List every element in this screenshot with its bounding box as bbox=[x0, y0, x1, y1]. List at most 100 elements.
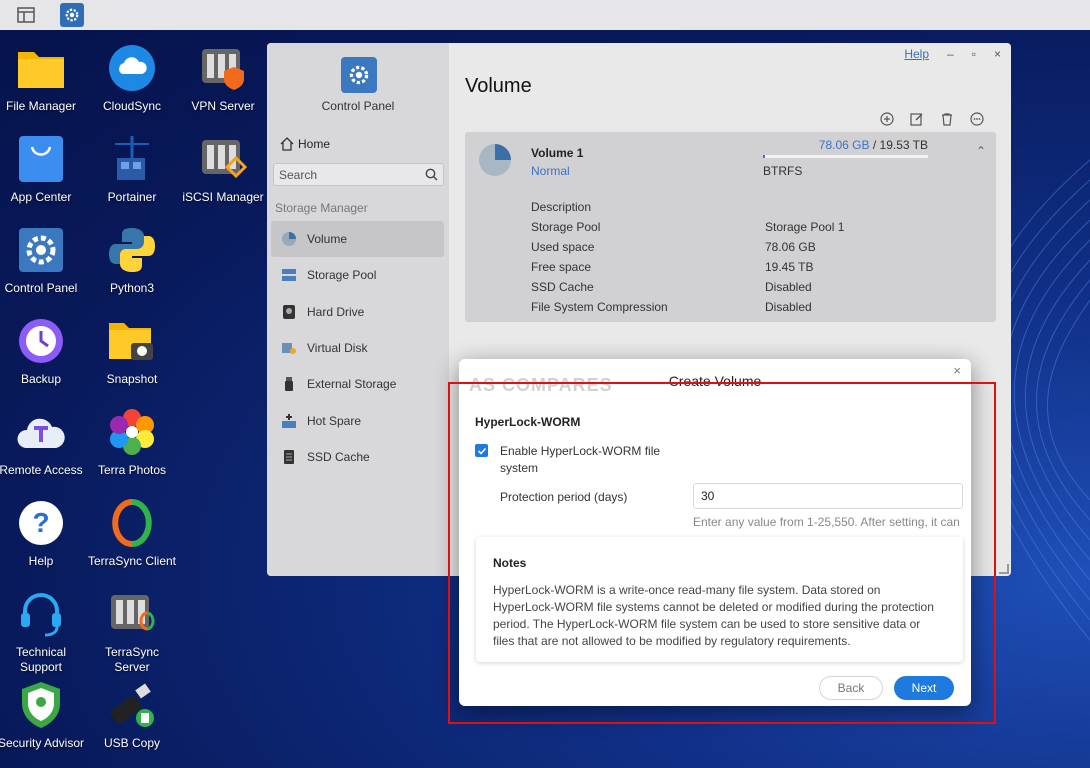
search-input[interactable]: Search bbox=[273, 163, 444, 186]
nav-item-label: Storage Pool bbox=[307, 268, 377, 282]
volume-usage-bar bbox=[763, 155, 928, 158]
enable-worm-label[interactable]: Enable HyperLock-WORM file system bbox=[500, 443, 670, 477]
gear-icon bbox=[19, 228, 63, 272]
desktop-icon-cloudsync[interactable]: CloudSync bbox=[86, 43, 178, 114]
desktop-icon-terrasync-client[interactable]: TerraSync Client bbox=[86, 498, 178, 569]
desktop-icon-technical-support[interactable]: Technical Support bbox=[0, 589, 87, 675]
desktop-icon-label: Python3 bbox=[109, 281, 155, 295]
volume-detail-key: Used space bbox=[531, 240, 595, 254]
storage-pool-icon bbox=[282, 269, 296, 281]
desktop-icon-remote-access[interactable]: Remote Access bbox=[0, 407, 87, 478]
desktop-icon-terrasync-server[interactable]: TerraSync Server bbox=[86, 589, 178, 675]
volume-status: Normal bbox=[531, 164, 570, 178]
window-controls: Help – ▫ × bbox=[904, 47, 1001, 61]
minimize-button[interactable]: – bbox=[947, 47, 954, 61]
desktop-icon-app-center[interactable]: App Center bbox=[0, 134, 87, 205]
section-heading: HyperLock-WORM bbox=[475, 415, 581, 429]
desktop-icon-iscsi-manager[interactable]: iSCSI Manager bbox=[177, 134, 269, 205]
volume-pie-icon bbox=[479, 144, 511, 176]
next-button[interactable]: Next bbox=[894, 676, 954, 700]
volume-detail-key: Storage Pool bbox=[531, 220, 601, 234]
nav-item-storage-pool[interactable]: Storage Pool bbox=[271, 257, 444, 293]
desktop-icon-label: iSCSI Manager bbox=[182, 190, 264, 204]
nav-item-hot-spare[interactable]: Hot Spare bbox=[271, 403, 444, 439]
desktop-icon-label: Security Advisor bbox=[0, 736, 85, 750]
desktop-icon-label: Technical Support bbox=[15, 645, 67, 674]
dialog-title: Create Volume bbox=[668, 373, 762, 389]
volume-total: 19.53 TB bbox=[879, 138, 928, 152]
external-storage-icon bbox=[285, 377, 293, 391]
desktop-icon-label: Portainer bbox=[107, 190, 157, 204]
volume-details: Description Storage Pool Storage Pool 1 Use… bbox=[531, 200, 981, 320]
volume-detail-key: SSD Cache bbox=[531, 280, 594, 294]
desktop-icon-label: Backup bbox=[20, 372, 62, 386]
volume-card[interactable]: Volume 1 Normal 78.06 GB / 19.53 TB BTRF… bbox=[465, 132, 996, 322]
control-panel-logo bbox=[341, 57, 377, 93]
show-desktop-button[interactable] bbox=[14, 3, 38, 27]
nav-item-hard-drive[interactable]: Hard Drive bbox=[271, 294, 444, 330]
desktop-icon-label: TerraSync Server bbox=[104, 645, 160, 674]
notes-box: Notes HyperLock-WORM is a write-once rea… bbox=[476, 537, 963, 662]
desktop-icon-backup[interactable]: Backup bbox=[0, 316, 87, 387]
plus-circle-icon bbox=[880, 112, 894, 126]
desktop-icon-vpn-server[interactable]: VPN Server bbox=[177, 43, 269, 114]
add-volume-button[interactable] bbox=[879, 111, 895, 127]
volume-filesystem: BTRFS bbox=[763, 164, 803, 178]
protection-period-label: Protection period (days) bbox=[500, 490, 628, 504]
delete-volume-button[interactable] bbox=[939, 111, 955, 127]
desktop-icon-python3[interactable]: Python3 bbox=[86, 225, 178, 296]
close-window-button[interactable]: × bbox=[994, 47, 1001, 61]
volume-detail-value: Storage Pool 1 bbox=[765, 220, 845, 234]
desktop-icon-portainer[interactable]: Portainer bbox=[86, 134, 178, 205]
edit-icon bbox=[910, 113, 923, 126]
desktop-icon-label: USB Copy bbox=[103, 736, 161, 750]
volume-pie-icon bbox=[282, 232, 296, 246]
taskbar bbox=[0, 0, 1090, 30]
hot-spare-icon bbox=[282, 414, 296, 428]
desktop-icon-file-manager[interactable]: File Manager bbox=[0, 43, 87, 114]
search-placeholder: Search bbox=[279, 167, 318, 182]
enable-worm-checkbox[interactable] bbox=[475, 444, 488, 457]
protection-period-input[interactable] bbox=[693, 483, 963, 509]
nav-item-label: SSD Cache bbox=[307, 450, 370, 464]
more-options-button[interactable] bbox=[969, 111, 985, 127]
help-link[interactable]: Help bbox=[904, 47, 929, 61]
nav-item-volume[interactable]: Volume bbox=[271, 221, 444, 257]
volume-detail-key: Free space bbox=[531, 260, 592, 274]
desktop-icon-label: Terra Photos bbox=[97, 463, 167, 477]
vpn-server-icon bbox=[202, 49, 244, 90]
desktop-icon-usb-copy[interactable]: USB Copy bbox=[86, 680, 178, 751]
nav-item-virtual-disk[interactable]: Virtual Disk bbox=[271, 330, 444, 366]
back-button[interactable]: Back bbox=[819, 676, 883, 700]
volume-detail-key: File System Compression bbox=[531, 300, 668, 314]
desktop-icon-label: VPN Server bbox=[191, 99, 255, 113]
resize-grip[interactable] bbox=[999, 564, 1009, 574]
volume-detail-row: Description bbox=[531, 200, 981, 220]
desktop-icon-terra-photos[interactable]: Terra Photos bbox=[86, 407, 178, 478]
headset-icon bbox=[21, 593, 61, 637]
nav-item-label: Volume bbox=[307, 232, 348, 246]
taskbar-control-panel-button[interactable] bbox=[60, 3, 84, 27]
nav-item-ssd-cache[interactable]: SSD Cache bbox=[271, 439, 444, 475]
nav-item-external-storage[interactable]: External Storage bbox=[271, 366, 444, 402]
checkmark-icon bbox=[477, 447, 486, 455]
desktop-icon-snapshot[interactable]: Snapshot bbox=[86, 316, 178, 387]
volume-detail-value: Disabled bbox=[765, 300, 812, 314]
desktop-icon-label: Control Panel bbox=[4, 281, 78, 295]
collapse-chevron-icon[interactable]: ⌃ bbox=[976, 144, 986, 158]
maximize-button[interactable]: ▫ bbox=[972, 47, 976, 61]
volume-detail-value: 19.45 TB bbox=[765, 260, 814, 274]
desktop-icon-security-advisor[interactable]: Security Advisor bbox=[0, 680, 87, 751]
remote-access-cloud-icon bbox=[17, 418, 65, 448]
volume-detail-value: Disabled bbox=[765, 280, 812, 294]
desktop-icon-control-panel[interactable]: Control Panel bbox=[0, 225, 87, 296]
desktop-icon-label: CloudSync bbox=[102, 99, 162, 113]
home-link[interactable]: Home bbox=[280, 137, 330, 151]
folder-icon bbox=[18, 52, 64, 88]
volume-detail-row: File System Compression Disabled bbox=[531, 300, 981, 320]
edit-volume-button[interactable] bbox=[909, 111, 925, 127]
volume-detail-row: Storage Pool Storage Pool 1 bbox=[531, 220, 981, 240]
portainer-icon bbox=[115, 136, 149, 180]
page-title: Volume bbox=[465, 75, 532, 97]
desktop-icon-help[interactable]: ? Help bbox=[0, 498, 87, 569]
